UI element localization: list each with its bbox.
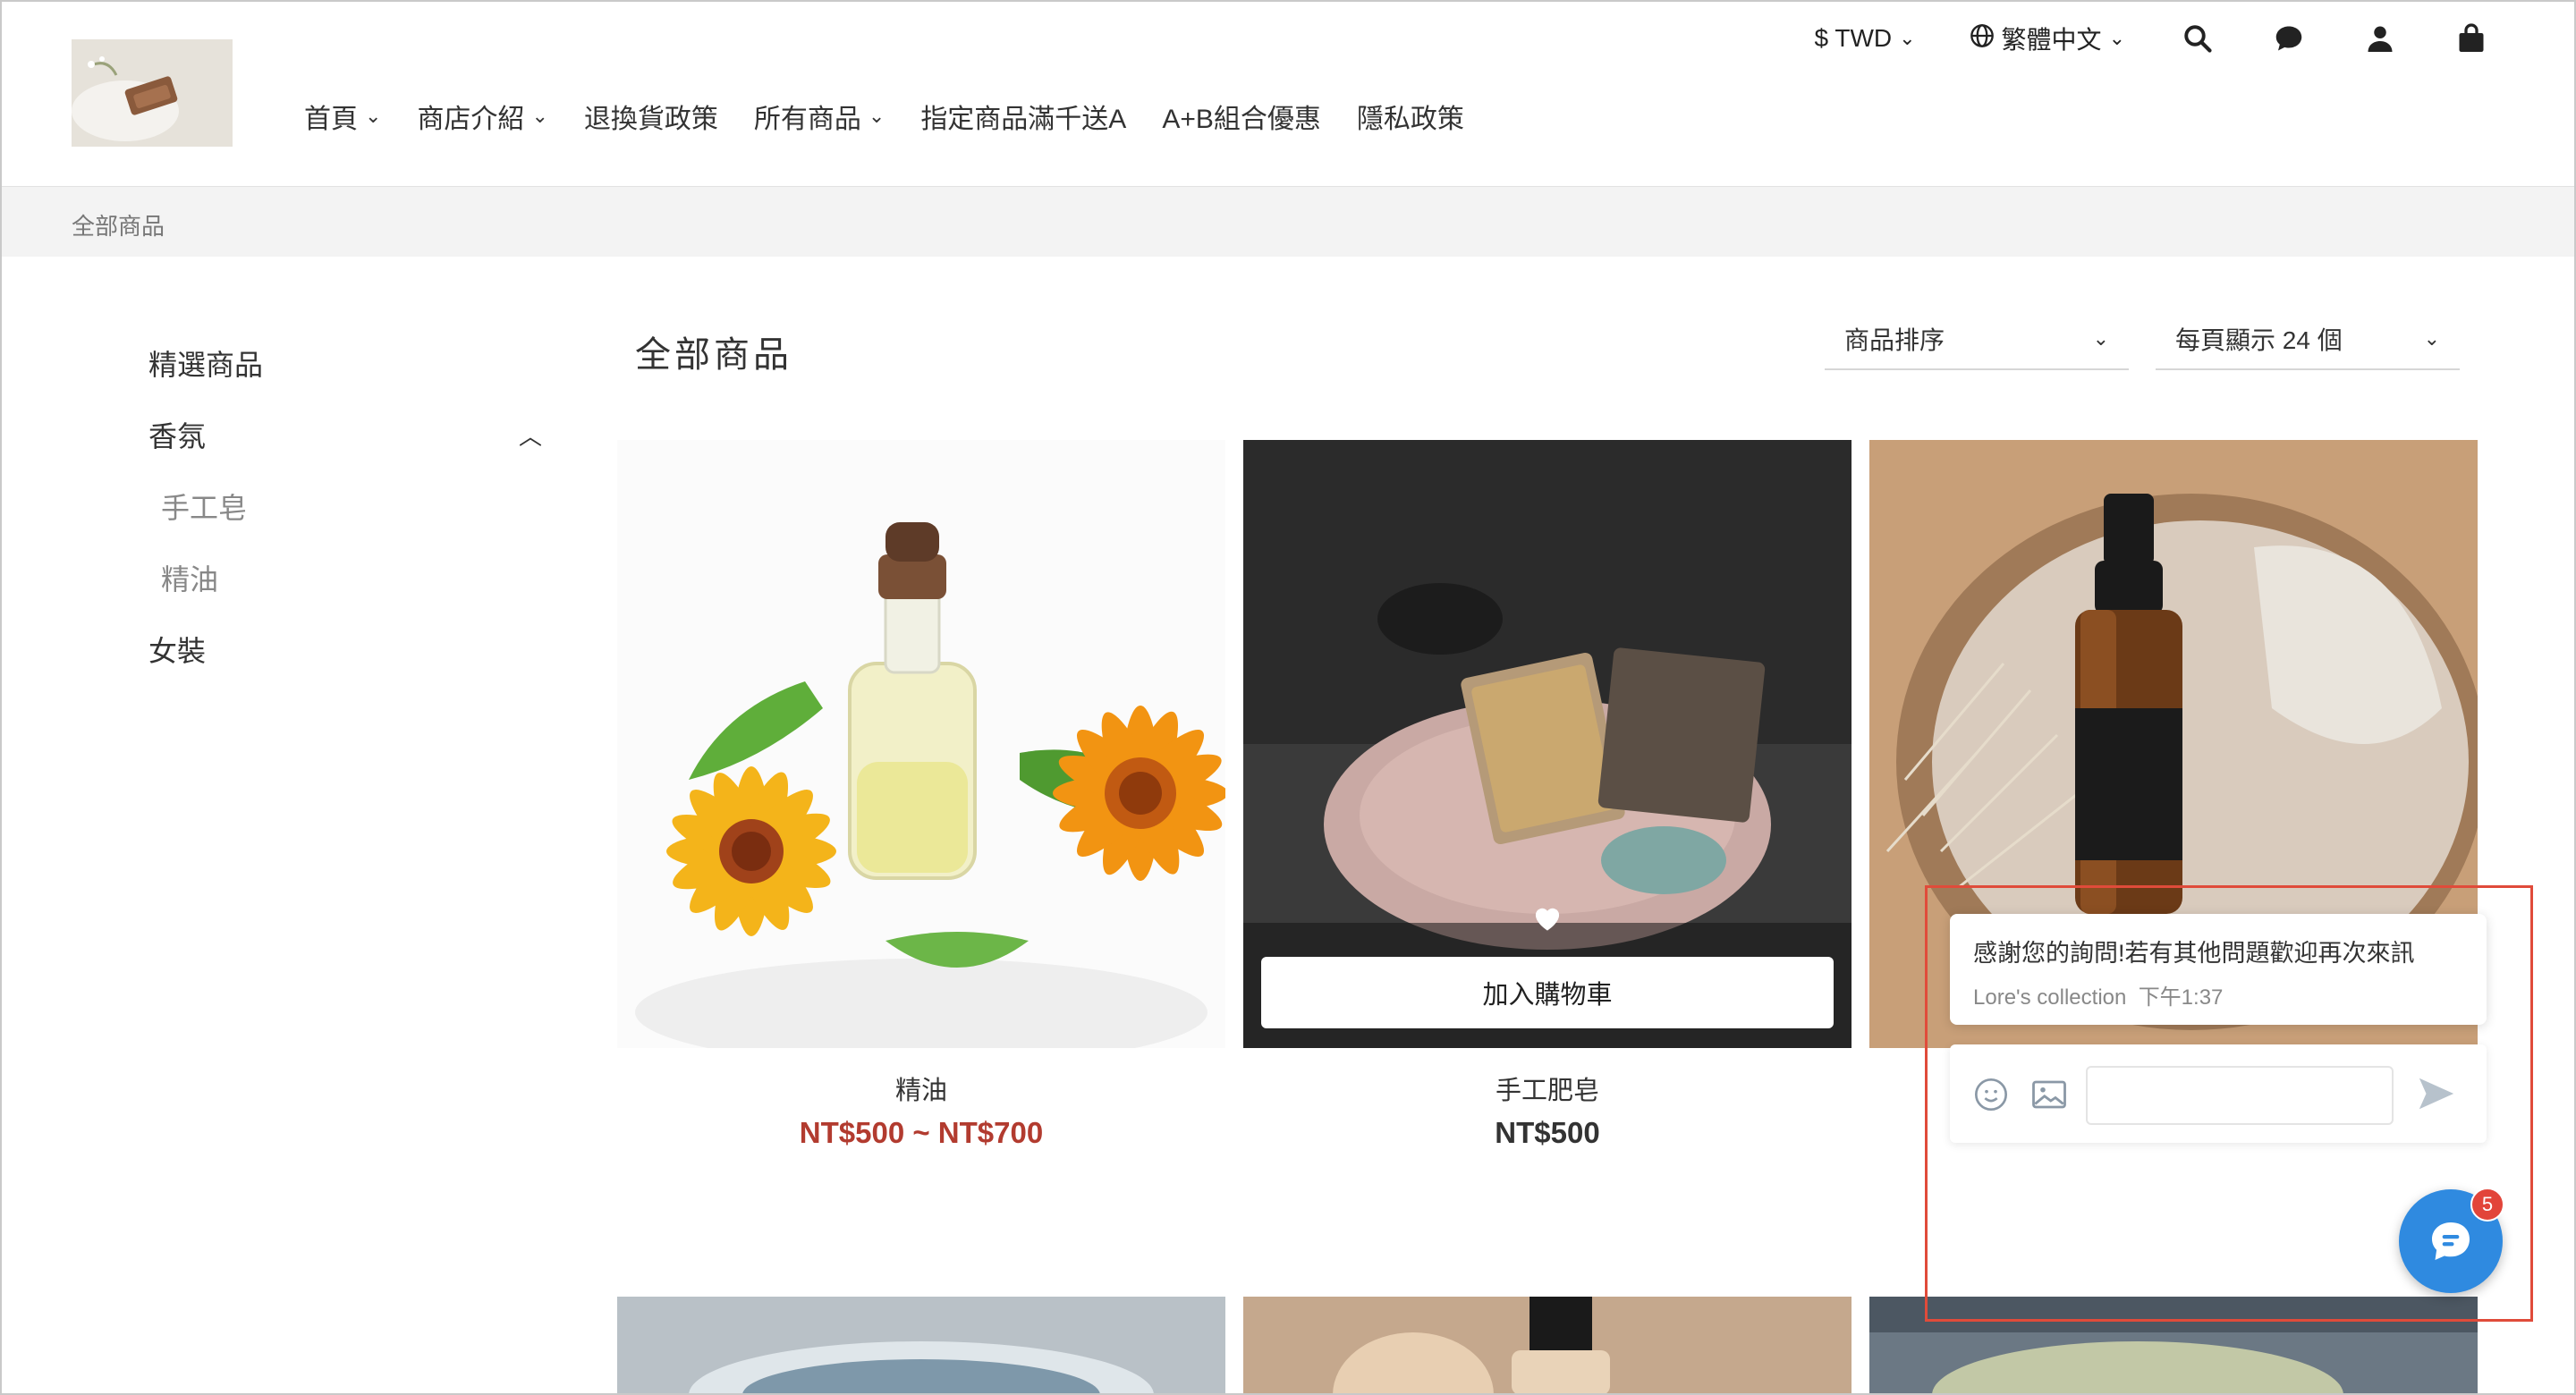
category-handmade-soap[interactable]: 手工皂	[148, 483, 542, 554]
language-label: 繁體中文	[2001, 26, 2102, 54]
chevron-down-icon: ⌄	[868, 105, 886, 127]
category-label: 女裝	[148, 635, 207, 667]
product-name[interactable]: 手工肥皂	[1243, 1070, 1852, 1107]
cart-icon[interactable]	[2453, 20, 2490, 57]
sort-dropdown[interactable]: 商品排序 ⌄	[1825, 309, 2129, 370]
breadcrumb: 全部商品	[0, 187, 2576, 257]
image-upload-icon[interactable]	[2030, 1077, 2068, 1117]
breadcrumb-current[interactable]: 全部商品	[72, 208, 165, 241]
send-icon[interactable]	[2415, 1073, 2458, 1119]
nav-label: 指定商品滿千送A	[920, 105, 1127, 134]
chat-composer	[1950, 1044, 2487, 1143]
store-logo[interactable]	[72, 39, 233, 147]
nav-return-policy[interactable]: 退換貨政策	[584, 97, 718, 136]
currency-label: $ TWD	[1814, 24, 1893, 52]
add-to-cart-button[interactable]: 加入購物車	[1261, 957, 1834, 1028]
nav-promo-gift[interactable]: 指定商品滿千送A	[920, 97, 1126, 136]
nav-home[interactable]: 首頁 ⌄	[304, 97, 381, 136]
chat-icon[interactable]	[2270, 20, 2308, 57]
chevron-down-icon: ⌄	[1899, 27, 1916, 49]
category-label: 精油	[161, 563, 219, 596]
category-fragrance[interactable]: 香氛 ︿	[148, 411, 542, 483]
product-image[interactable]	[617, 440, 1225, 1048]
chat-message-bubble: 感謝您的詢問!若有其他問題歡迎再次來訊 Lore's collection 下午…	[1950, 914, 2487, 1025]
nav-label: 商店介紹	[417, 105, 525, 134]
category-label: 精選商品	[148, 349, 264, 381]
category-womenswear[interactable]: 女裝	[148, 626, 542, 698]
chevron-down-icon: ⌄	[2108, 27, 2125, 49]
nav-label: 退換貨政策	[583, 105, 718, 134]
page-title: 全部商品	[635, 335, 792, 375]
product-image[interactable]	[1243, 1297, 1852, 1395]
chevron-down-icon: ⌄	[2092, 327, 2109, 350]
currency-selector[interactable]: $ TWD ⌄	[1815, 24, 1916, 53]
product-price: NT$500 ~ NT$700	[799, 1116, 1044, 1149]
chat-launcher-button[interactable]: 5	[2399, 1188, 2504, 1293]
product-card[interactable]: 加入購物車 手工肥皂 NT$500	[1243, 440, 1852, 1150]
chevron-up-icon[interactable]: ︿	[519, 411, 542, 461]
globe-icon	[1970, 23, 1995, 55]
nav-label: 所有商品	[753, 105, 861, 134]
product-image[interactable]: 加入購物車	[1243, 440, 1852, 1048]
category-essential-oil[interactable]: 精油	[148, 554, 542, 626]
nav-all-products[interactable]: 所有商品 ⌄	[754, 97, 885, 136]
chevron-down-icon: ⌄	[531, 105, 548, 127]
chat-message-text: 感謝您的詢問!若有其他問題歡迎再次來訊	[1973, 940, 2415, 967]
product-image[interactable]	[617, 1297, 1225, 1395]
language-selector[interactable]: 繁體中文 ⌄	[1970, 21, 2125, 56]
nav-combo-offer[interactable]: A+B組合優惠	[1162, 97, 1321, 136]
unread-badge: 5	[2470, 1188, 2504, 1222]
nav-privacy-policy[interactable]: 隱私政策	[1357, 97, 1464, 136]
sort-label: 商品排序	[1844, 326, 1945, 354]
chat-sender: Lore's collection	[1973, 985, 2127, 1010]
site-header: 首頁 ⌄ 商店介紹 ⌄ 退換貨政策 所有商品 ⌄ 指定商品滿千送A A+B組合優惠 隱…	[0, 0, 2576, 187]
chevron-down-icon: ⌄	[365, 105, 382, 127]
chevron-down-icon: ⌄	[2423, 327, 2440, 350]
chat-time: 下午1:37	[2138, 985, 2224, 1010]
nav-label: 隱私政策	[1356, 105, 1464, 134]
chat-bubble-icon	[2432, 1222, 2470, 1260]
emoji-icon[interactable]	[1973, 1077, 2009, 1117]
category-label: 香氛	[148, 420, 207, 452]
nav-store-intro[interactable]: 商店介紹 ⌄	[417, 97, 547, 136]
category-sidebar: 精選商品 香氛 ︿ 手工皂 精油 女裝	[148, 340, 542, 698]
per-page-dropdown[interactable]: 每頁顯示 24 個 ⌄	[2156, 309, 2460, 370]
user-icon[interactable]	[2361, 20, 2399, 57]
per-page-label: 每頁顯示 24 個	[2175, 326, 2343, 354]
chat-message-meta: Lore's collection 下午1:37	[1973, 979, 2463, 1010]
product-card[interactable]: 精油 NT$500 ~ NT$700	[617, 440, 1225, 1150]
category-label: 手工皂	[161, 492, 248, 524]
nav-label: A+B組合優惠	[1162, 105, 1321, 134]
search-icon[interactable]	[2179, 20, 2216, 57]
category-featured[interactable]: 精選商品	[148, 340, 542, 411]
product-name[interactable]: 精油	[617, 1070, 1225, 1107]
chat-text-input[interactable]	[2086, 1066, 2394, 1125]
heart-icon[interactable]	[1531, 903, 1563, 936]
nav-label: 首頁	[304, 105, 358, 134]
main-nav: 首頁 ⌄ 商店介紹 ⌄ 退換貨政策 所有商品 ⌄ 指定商品滿千送A A+B組合優惠 隱…	[304, 97, 1464, 136]
utility-bar: $ TWD ⌄ 繁體中文 ⌄	[1815, 20, 2491, 57]
product-price: NT$500	[1495, 1116, 1600, 1149]
